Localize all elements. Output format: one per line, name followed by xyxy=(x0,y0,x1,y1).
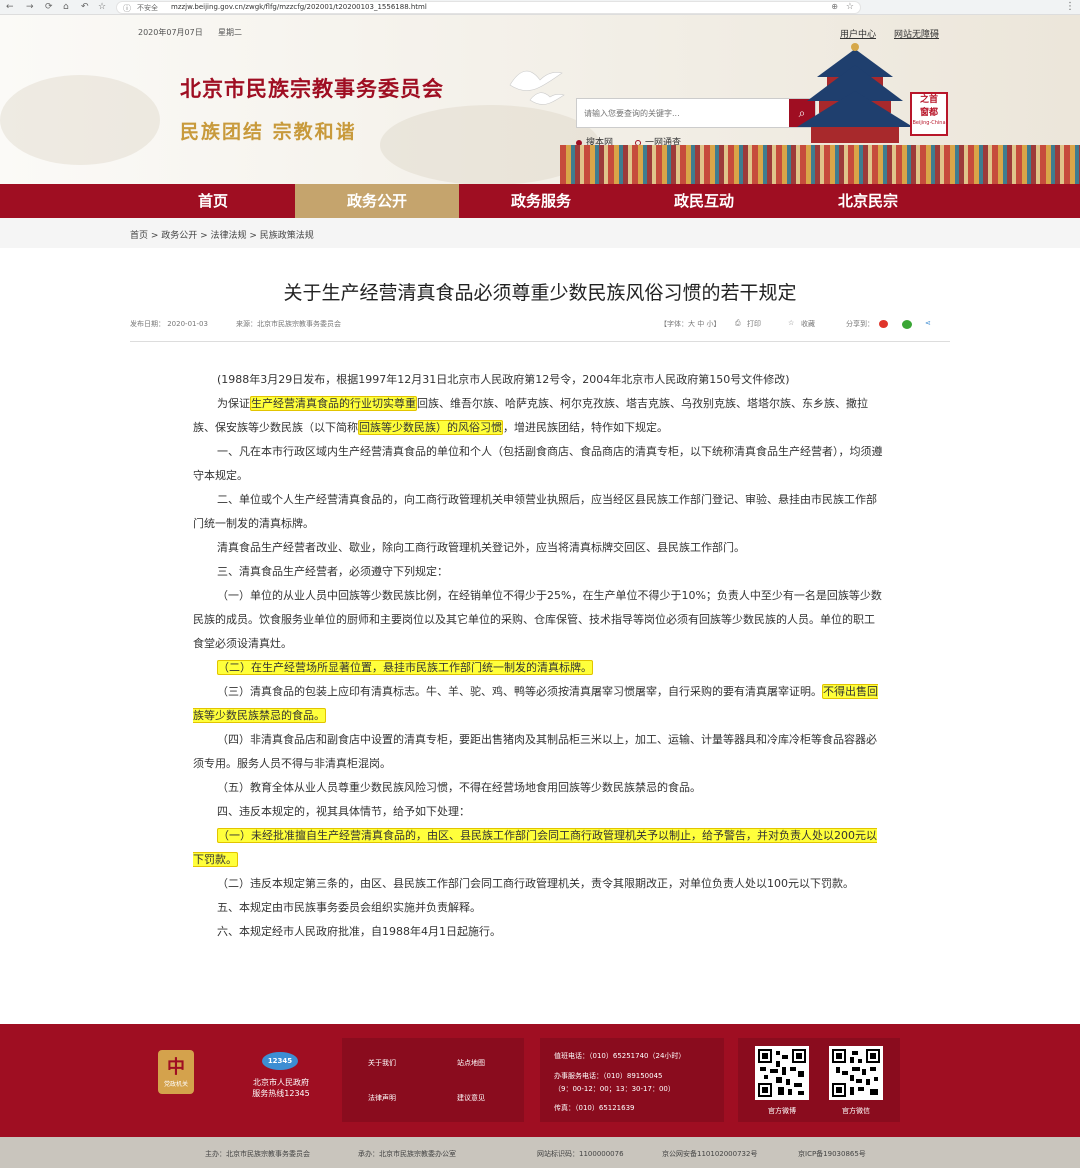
paragraph: （一）未经批准擅自生产经营清真食品的，由区、县民族工作部门会同工商行政管理机关予… xyxy=(193,824,883,872)
paragraph: 五、本规定由市民族事务委员会组织实施并负责解释。 xyxy=(217,901,481,914)
highlighted-text: 生产经营清真食品的行业切实尊重 xyxy=(250,396,417,411)
print-button[interactable]: 打印 xyxy=(747,319,761,329)
wechat-qr-code-icon xyxy=(829,1046,883,1100)
duty-phone: 值班电话：（010）65251740（24小时） xyxy=(554,1052,686,1060)
capital-window-logo[interactable]: 之首 窗都 Beijing-China xyxy=(910,92,948,136)
bookmark-icon[interactable]: ☆ xyxy=(98,2,106,12)
publish-date: 发布日期： 2020-01-03 xyxy=(130,320,208,328)
paragraph-text: （三）清真食品的包装上应印有清真标志。牛、羊、驼、鸡、鸭等必须按清真屠宰习惯屠宰… xyxy=(217,685,822,698)
share-label: 分享到： xyxy=(846,320,874,328)
logo-char: 都 xyxy=(929,108,939,118)
hotline-label[interactable]: 北京市人民政府 xyxy=(246,1077,316,1088)
current-weekday: 星期二 xyxy=(218,28,242,37)
nav-item-home[interactable]: 首页 xyxy=(131,184,295,218)
site-title[interactable]: 北京市民族宗教事务委员会 xyxy=(180,73,444,103)
paragraph: (1988年3月29日发布，根据1997年12月31日北京市人民政府第12号令，… xyxy=(217,373,790,386)
footer-contact: 值班电话：（010）65251740（24小时） 办事服务电话：（010）891… xyxy=(540,1038,724,1122)
doves-icon xyxy=(509,70,565,105)
hotline-label[interactable]: 服务热线12345 xyxy=(246,1088,316,1099)
highlighted-text: 回族等少数民族）的风俗习惯 xyxy=(358,420,503,435)
paragraph: （五）教育全体从业人员尊重少数民族风险习惯，不得在经营场地食用回族等少数民族禁忌… xyxy=(217,781,701,794)
divider xyxy=(130,341,950,342)
fax-number: 传真：（010）65121639 xyxy=(554,1104,635,1112)
paragraph: 清真食品生产经营者改业、歇业，除向工商行政管理机关登记外，应当将清真标牌交回区、… xyxy=(217,541,745,554)
host-info: 主办：北京市民族宗教事务委员会 xyxy=(205,1150,310,1158)
footer-link-legal[interactable]: 法律声明 xyxy=(368,1093,396,1103)
logo-char: 窗 xyxy=(919,108,929,118)
nav-item-beijing-minzong[interactable]: 北京民宗 xyxy=(786,184,950,218)
paragraph: 二、单位或个人生产经营清真食品的，向工商行政管理机关申领营业执照后，应当经区县民… xyxy=(193,493,877,530)
article-source: 来源：北京市民族宗教事务委员会 xyxy=(236,320,341,328)
paragraph: （二）在生产经营场所显著位置，悬挂市民族工作部门统一制发的清真标牌。 xyxy=(193,656,883,680)
service-phone: 办事服务电话：（010）89150045 xyxy=(554,1072,663,1080)
paragraph: （二）违反本规定第三条的，由区、县民族工作部门会同工商行政管理机关，责令其限期改… xyxy=(217,877,854,890)
paragraph-text: ，增进民族团结，特作如下规定。 xyxy=(503,421,668,434)
print-icon[interactable]: ⎙ xyxy=(735,319,741,328)
insecure-label: 不安全 xyxy=(137,4,158,12)
organizer-info: 承办：北京市民族宗教委办公室 xyxy=(358,1150,456,1158)
site-footer: 中 党政机关 12345 北京市人民政府 服务热线12345 关于我们 站点地图… xyxy=(0,1024,1080,1137)
footer-link-sitemap[interactable]: 站点地图 xyxy=(457,1058,485,1068)
font-size-control[interactable]: 【字体：大 中 小】 xyxy=(660,319,720,329)
service-hours: （9：00-12：00；13：30-17：00） xyxy=(554,1085,675,1093)
article-title: 关于生产经营清真食品必须尊重少数民族风俗习惯的若干规定 xyxy=(283,282,797,304)
footer-link-feedback[interactable]: 建议意见 xyxy=(457,1093,485,1103)
site-header: 2020年07月07日 星期二 用户中心 网站无障碍 北京市民族宗教事务委员会 … xyxy=(0,15,1080,184)
site-id: 网站标识码：1100000076 xyxy=(537,1150,624,1158)
url-text[interactable]: mzzjw.beijing.gov.cn/zwgk/flfg/mzzcfg/20… xyxy=(171,3,427,11)
paragraph: 三、清真食品生产经营者，必须遵守下列规定： xyxy=(217,565,448,578)
paragraph: （四）非清真食品店和副食店中设置的清真专柜，要距出售猪肉及其制品柜三米以上，加工… xyxy=(193,733,877,770)
breadcrumb-bar: 首页 > 政务公开 > 法律法规 > 民族政策法规 xyxy=(0,218,1080,248)
icp-record-link[interactable]: 京ICP备19030865号 xyxy=(798,1149,866,1159)
breadcrumb[interactable]: 首页 > 政务公开 > 法律法规 > 民族政策法规 xyxy=(130,228,314,241)
emblem-label: 党政机关 xyxy=(163,1081,188,1088)
qr-panel: 官方微博 官方微信 xyxy=(738,1038,900,1122)
site-slogan: 民族团结 宗教和谐 xyxy=(180,121,357,143)
weibo-qr-code-icon xyxy=(755,1046,809,1100)
highlighted-text: （二）在生产经营场所显著位置，悬挂市民族工作部门统一制发的清真标牌。 xyxy=(217,660,593,675)
info-icon[interactable]: ⓘ xyxy=(123,3,131,14)
paragraph: 一、凡在本市行政区域内生产经营清真食品的单位和个人（包括副食商店、食品商店的清真… xyxy=(193,445,883,482)
home-icon[interactable]: ⌂ xyxy=(63,2,69,12)
paragraph: 六、本规定经市人民政府批准，自1988年4月1日起施行。 xyxy=(217,925,501,938)
browser-toolbar: ← → ⟳ ⌂ ↶ ☆ ⓘ 不安全 mzzjw.beijing.gov.cn/z… xyxy=(0,0,1080,15)
article-body: (1988年3月29日发布，根据1997年12月31日北京市人民政府第12号令，… xyxy=(193,368,883,944)
share-icon[interactable]: ⋖ xyxy=(925,319,931,327)
footer-link-about[interactable]: 关于我们 xyxy=(368,1058,396,1068)
logo-en-text: Beijing-China xyxy=(912,120,946,126)
main-nav: 首页 政务公开 政务服务 政民互动 北京民宗 xyxy=(0,184,1080,218)
nav-item-gov-affairs[interactable]: 政务公开 xyxy=(295,184,459,218)
reload-icon[interactable]: ⟳ xyxy=(45,2,53,12)
address-bar[interactable]: ⓘ 不安全 mzzjw.beijing.gov.cn/zwgk/flfg/mzz… xyxy=(116,1,861,14)
back-icon[interactable]: ← xyxy=(6,2,14,12)
footer-links: 关于我们 站点地图 法律声明 建议意见 xyxy=(342,1038,524,1122)
qr-label: 官方微博 xyxy=(768,1107,796,1115)
paragraph: 为保证生产经营清真食品的行业切实尊重回族、维吾尔族、哈萨克族、柯尔克孜族、塔吉克… xyxy=(193,392,883,440)
nav-item-interaction[interactable]: 政民互动 xyxy=(622,184,786,218)
paragraph: 四、违反本规定的，视其具体情节，给予如下处理： xyxy=(217,805,470,818)
crowd-image xyxy=(560,145,1080,184)
highlighted-text: （一）未经批准擅自生产经营清真食品的，由区、县民族工作部门会同工商行政管理机关予… xyxy=(193,828,877,867)
current-date: 2020年07月07日 xyxy=(138,28,203,37)
hotline-12345-icon[interactable]: 12345 xyxy=(262,1052,298,1070)
cloud-decoration xyxy=(0,75,160,165)
qr-label: 官方微信 xyxy=(842,1107,870,1115)
zoom-icon[interactable]: ⊕ xyxy=(831,2,838,11)
police-record-link[interactable]: 京公网安备110102000732号 xyxy=(662,1149,757,1159)
forward-icon[interactable]: → xyxy=(26,2,34,12)
paragraph-text: 为保证 xyxy=(217,397,250,410)
logo-char: 之 xyxy=(919,95,929,105)
menu-icon[interactable]: ⋮ xyxy=(1065,1,1075,12)
logo-char: 首 xyxy=(929,95,939,105)
favorite-button[interactable]: 收藏 xyxy=(801,319,815,329)
paragraph: （一）单位的从业人员中回族等少数民族比例，在经销单位不得少于25%，在生产单位不… xyxy=(193,589,882,650)
paragraph: （三）清真食品的包装上应印有清真标志。牛、羊、驼、鸡、鸭等必须按清真屠宰习惯屠宰… xyxy=(193,680,883,728)
star-icon[interactable]: ☆ xyxy=(846,2,854,12)
article-meta: 发布日期： 2020-01-03 来源：北京市民族宗教事务委员会 【字体：大 中… xyxy=(130,319,950,331)
favorite-icon[interactable]: ☆ xyxy=(788,319,794,327)
nav-item-gov-services[interactable]: 政务服务 xyxy=(459,184,623,218)
undo-icon[interactable]: ↶ xyxy=(81,2,89,12)
bottom-info-bar: 主办：北京市民族宗教事务委员会 承办：北京市民族宗教委办公室 网站标识码：110… xyxy=(0,1137,1080,1168)
